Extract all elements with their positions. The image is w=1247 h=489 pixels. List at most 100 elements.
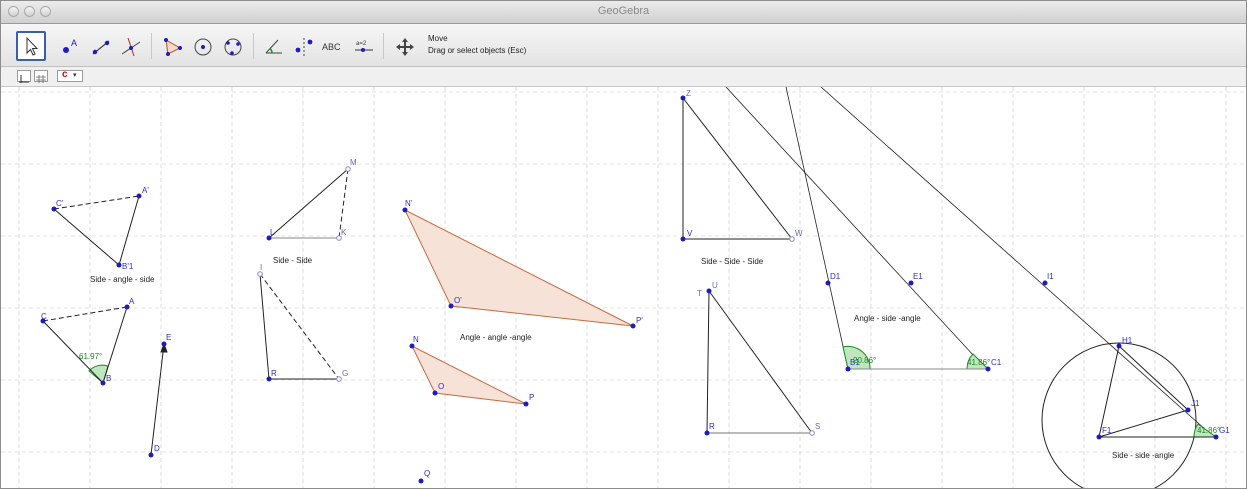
slider-tool-button[interactable]: a=2 <box>350 33 376 59</box>
point-d[interactable] <box>148 452 154 458</box>
point-r[interactable] <box>704 430 710 436</box>
segment <box>268 168 349 239</box>
toolbar-separator <box>151 33 152 59</box>
label-e: E <box>166 333 171 342</box>
color-style-button[interactable]: c ▾ <box>57 69 83 82</box>
text-tool-button[interactable]: ABC <box>320 33 346 59</box>
point-e1[interactable] <box>908 280 914 286</box>
label-o-prime: O' <box>454 296 462 305</box>
caption-ssa: Side - side -angle <box>1112 451 1175 460</box>
polygon-icon <box>164 38 182 56</box>
move-tool-button[interactable] <box>16 31 46 61</box>
point-w[interactable] <box>789 236 795 242</box>
perpendicular-tool-button[interactable] <box>117 33 143 59</box>
segment <box>118 195 140 266</box>
caption-sss: Side - Side - Side <box>701 257 764 266</box>
grid-toggle-button[interactable] <box>34 70 48 83</box>
segment <box>1098 409 1189 438</box>
angle-label-c1: 41.86° <box>967 358 990 367</box>
label-d1: D1 <box>830 272 841 281</box>
polygon-tool-button[interactable] <box>159 33 185 59</box>
window-title: GeoGebra <box>597 5 650 17</box>
label-p-prime: P' <box>636 316 643 325</box>
point-tool-button[interactable]: A <box>57 33 83 59</box>
segment <box>1118 345 1189 411</box>
geogebra-window: GeoGebra A ABC a=2 Move Drag or select o… <box>0 0 1247 489</box>
label-l: L <box>270 228 275 237</box>
angle-icon <box>265 39 282 54</box>
caption-sas: Side - angle - side <box>90 275 155 284</box>
captions: Side - angle - side Side - Side Angle - … <box>90 256 1175 460</box>
reflect-tool-button[interactable] <box>290 33 316 59</box>
label-p: P <box>529 393 534 402</box>
point-p[interactable] <box>523 401 529 407</box>
line-through-i1 <box>820 86 1217 440</box>
ss-figure <box>259 168 349 380</box>
point-i1[interactable] <box>1042 280 1048 286</box>
point-j1[interactable] <box>1185 407 1191 413</box>
sas-figure-top <box>53 195 140 266</box>
point-b1[interactable] <box>845 366 851 372</box>
chevron-down-icon: ▾ <box>73 72 77 79</box>
point-b[interactable] <box>100 380 106 386</box>
label-h1: H1 <box>1122 336 1133 345</box>
point-g1[interactable] <box>1213 434 1219 440</box>
grid-icon <box>36 75 46 83</box>
point-m[interactable] <box>345 166 351 172</box>
point-n[interactable] <box>409 343 415 349</box>
point-f1[interactable] <box>1096 434 1102 440</box>
line-tool-button[interactable] <box>87 33 113 59</box>
point-i[interactable] <box>257 271 263 277</box>
axes-toggle-button[interactable] <box>17 70 31 83</box>
move-view-tool-button[interactable] <box>391 33 417 59</box>
toolbar: A ABC a=2 Move Drag or select objects (E… <box>1 24 1246 67</box>
point-q[interactable] <box>418 478 424 484</box>
label-e1: E1 <box>913 272 923 281</box>
circle-three-points-tool-button[interactable] <box>219 33 245 59</box>
point-o-prime[interactable] <box>448 303 454 309</box>
caption-asa: Angle - side -angle <box>854 314 921 323</box>
point-d1[interactable] <box>825 280 831 286</box>
sas-figure-bottom <box>42 306 168 456</box>
point-n-prime[interactable] <box>402 207 408 213</box>
point-z[interactable] <box>680 95 686 101</box>
label-s: S <box>815 422 820 431</box>
toolbar-separator <box>383 33 384 59</box>
point-b-prime-1[interactable] <box>116 262 122 268</box>
angle-label-b: 61.97° <box>79 352 102 361</box>
dashed-segment <box>259 273 340 380</box>
point-labels: C' A' B'1 C A B E D M L K I R G N' O' P'… <box>41 89 1230 478</box>
point-a-prime[interactable] <box>136 193 142 199</box>
point-e[interactable] <box>161 341 167 347</box>
circle-tool-button[interactable] <box>189 33 215 59</box>
perpendicular-icon <box>121 37 141 57</box>
label-n: N <box>413 335 419 344</box>
point-c1[interactable] <box>985 366 991 372</box>
label-b: B <box>106 374 111 383</box>
label-g1: G1 <box>1219 426 1230 435</box>
point-s[interactable] <box>809 430 815 436</box>
point-p-prime[interactable] <box>630 323 636 329</box>
label-n-prime: N' <box>405 199 413 208</box>
point-h1[interactable] <box>1116 343 1122 349</box>
point-t[interactable] <box>706 288 712 294</box>
point-g[interactable] <box>336 376 342 382</box>
vector-de <box>150 343 165 456</box>
point-o[interactable] <box>432 390 438 396</box>
graphics-view[interactable]: C' A' B'1 C A B E D M L K I R G N' O' P'… <box>1 86 1246 488</box>
active-tool-description: Drag or select objects (Esc) <box>428 46 527 55</box>
label-d: D <box>154 444 160 453</box>
segment <box>53 208 120 266</box>
label-g: G <box>342 369 348 378</box>
toolbar-separator <box>253 33 254 59</box>
angle-label-b1: 20.86° <box>853 356 876 365</box>
segment <box>1098 345 1120 438</box>
angle-tool-button[interactable] <box>260 33 286 59</box>
cursor-arrow-icon <box>26 36 39 56</box>
point-tool-glyph: A <box>71 38 77 48</box>
axes-icon <box>19 75 29 83</box>
point-icon: A <box>63 38 77 53</box>
point-v[interactable] <box>680 236 686 242</box>
color-style-label: c <box>62 69 68 80</box>
label-c: C <box>41 312 47 321</box>
